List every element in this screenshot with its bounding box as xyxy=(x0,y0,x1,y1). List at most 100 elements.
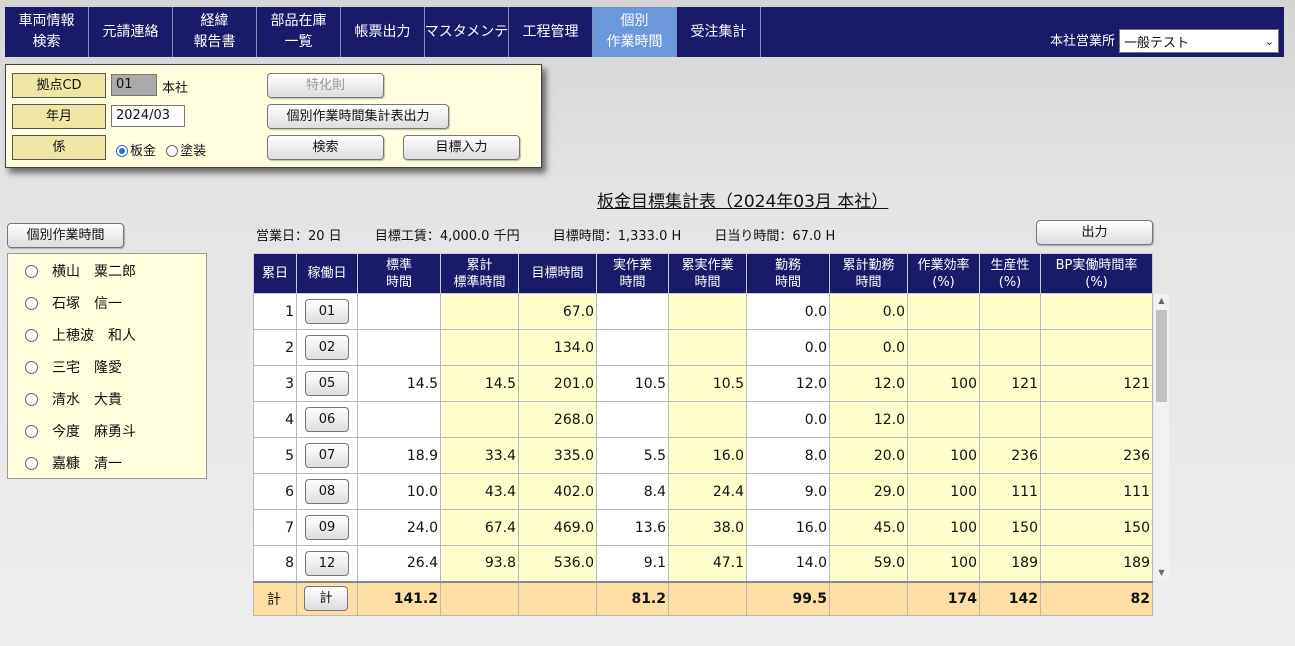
output-button[interactable]: 出力 xyxy=(1036,220,1153,245)
nav-individual-work-hours[interactable]: 個別 作業時間 xyxy=(593,7,677,57)
table-cell: 47.1 xyxy=(668,545,747,582)
column-header-label: 累計勤務 xyxy=(842,257,895,273)
table-cell: 26.4 xyxy=(357,545,441,582)
nav-parts-stock[interactable]: 部品在庫 一覧 xyxy=(257,7,341,57)
workday-cell: 12 xyxy=(296,545,358,582)
table-cell: 3 xyxy=(253,365,297,402)
employee-list: 横山 粟二郎 石塚 信一 上穂波 和人 三宅 隆愛 清水 大貴 今度 麻勇斗 嘉… xyxy=(7,253,207,479)
table-cell: 150 xyxy=(1040,509,1153,546)
nav-order-summary[interactable]: 受注集計 xyxy=(677,7,761,57)
table-cell: 10.5 xyxy=(596,365,669,402)
workday-button[interactable]: 06 xyxy=(305,407,349,432)
table-cell: 121 xyxy=(979,365,1041,402)
nav-process-management[interactable]: 工程管理 xyxy=(509,7,593,57)
table-cell xyxy=(1040,329,1153,366)
nav-vehicle-search[interactable]: 車両情報 検索 xyxy=(5,7,89,57)
table-cell: 16.0 xyxy=(746,509,830,546)
total-cell xyxy=(518,580,597,616)
table-cell xyxy=(668,293,747,330)
nav-contractor-contact[interactable]: 元請連絡 xyxy=(89,7,173,57)
employee-name: 上穂波 和人 xyxy=(52,328,136,344)
workday-button[interactable]: 07 xyxy=(305,443,349,468)
radio-unchecked-icon xyxy=(25,425,38,438)
radio-sheet-metal[interactable]: 板金 xyxy=(116,144,156,159)
total-label: 計 xyxy=(253,580,297,616)
filter-panel: 拠点CD 01 本社 年月 2024/03 係 板金 塗装 特化則 個別作業時間… xyxy=(5,64,542,168)
radio-paint[interactable]: 塗装 xyxy=(166,144,206,159)
column-header-label: 累計 xyxy=(466,257,493,273)
table-cell: 236 xyxy=(979,437,1041,474)
search-button[interactable]: 検索 xyxy=(267,135,384,160)
table-scrollbar[interactable]: ▲ ▼ xyxy=(1154,294,1169,580)
yearmonth-field[interactable]: 2024/03 xyxy=(111,105,185,127)
employee-item[interactable]: 石塚 信一 xyxy=(8,292,206,324)
workday-cell: 07 xyxy=(296,437,358,474)
table-cell xyxy=(1040,293,1153,330)
table-cell: 8.0 xyxy=(746,437,830,474)
daily-hours: 日当り時間：67.0 H xyxy=(714,229,836,244)
table-cell: 100 xyxy=(907,437,980,474)
nav-progress-report[interactable]: 経緯 報告書 xyxy=(173,7,257,57)
column-header-label: 目標時間 xyxy=(531,266,584,281)
nav-label: 作業時間 xyxy=(606,34,663,50)
table-cell: 13.6 xyxy=(596,509,669,546)
employee-item[interactable]: 上穂波 和人 xyxy=(8,324,206,356)
table-cell: 268.0 xyxy=(518,401,597,438)
table-cell: 38.0 xyxy=(668,509,747,546)
table-cell: 7 xyxy=(253,509,297,546)
workday-cell: 02 xyxy=(296,329,358,366)
table-cell: 18.9 xyxy=(357,437,441,474)
special-rule-button[interactable]: 特化則 xyxy=(267,73,384,98)
radio-unchecked-icon xyxy=(25,265,38,278)
individual-work-hours-button[interactable]: 個別作業時間 xyxy=(7,223,124,248)
table-cell: 111 xyxy=(1040,473,1153,510)
column-header-label: 稼働日 xyxy=(307,266,347,281)
table-cell: 24.4 xyxy=(668,473,747,510)
radio-checked-icon xyxy=(116,145,128,157)
table-cell: 189 xyxy=(979,545,1041,582)
total-cell: 141.2 xyxy=(357,580,441,616)
table-row: 7 09 24.0 67.4 469.0 13.6 38.0 16.0 45.0 100 150 15… xyxy=(253,509,1153,546)
office-select[interactable]: 一般テスト ⌄ xyxy=(1119,29,1279,53)
employee-item[interactable]: 三宅 隆愛 xyxy=(8,356,206,388)
employee-item[interactable]: 横山 粟二郎 xyxy=(8,260,206,292)
total-cell: 174 xyxy=(907,580,980,616)
table-cell: 20.0 xyxy=(829,437,908,474)
employee-item[interactable]: 清水 大貴 xyxy=(8,388,206,420)
nav-label: 一覧 xyxy=(284,34,313,50)
table-cell: 469.0 xyxy=(518,509,597,546)
target-input-button[interactable]: 目標入力 xyxy=(403,135,520,160)
table-cell: 236 xyxy=(1040,437,1153,474)
radio-unchecked-icon xyxy=(25,457,38,470)
workday-button[interactable]: 05 xyxy=(305,371,349,396)
export-summary-button[interactable]: 個別作業時間集計表出力 xyxy=(267,104,449,129)
nav-master-maintenance[interactable]: マスタメンテ xyxy=(425,7,509,57)
table-cell: 43.4 xyxy=(440,473,519,510)
target-hours: 目標時間：1,333.0 H xyxy=(552,229,682,244)
employee-item[interactable]: 嘉糠 清一 xyxy=(8,452,206,484)
scroll-thumb[interactable] xyxy=(1156,310,1167,402)
nav-label: 元請連絡 xyxy=(102,23,159,40)
table-cell: 14.0 xyxy=(746,545,830,582)
column-header-label: 標準時間 xyxy=(453,274,506,290)
workday-button[interactable]: 12 xyxy=(305,550,349,576)
table-total-row: 計計 141.2 81.2 99.5 174 142 82 xyxy=(253,580,1153,616)
table-cell xyxy=(907,329,980,366)
scroll-down-icon[interactable]: ▼ xyxy=(1154,566,1169,580)
table-cell: 150 xyxy=(979,509,1041,546)
workday-button[interactable]: 09 xyxy=(305,515,349,540)
total-button[interactable]: 計 xyxy=(304,586,348,612)
workday-button[interactable]: 01 xyxy=(305,299,349,324)
scroll-up-icon[interactable]: ▲ xyxy=(1154,294,1169,308)
nav-report-output[interactable]: 帳票出力 xyxy=(341,7,425,57)
total-cell: 82 xyxy=(1040,580,1153,616)
employee-item[interactable]: 今度 麻勇斗 xyxy=(8,420,206,452)
workday-button[interactable]: 02 xyxy=(305,335,349,360)
table-cell: 134.0 xyxy=(518,329,597,366)
radio-unchecked-icon xyxy=(25,329,38,342)
workday-button[interactable]: 08 xyxy=(305,479,349,504)
column-header: BP実働時間率 (%) xyxy=(1040,253,1153,294)
column-header: 累実作業 時間 xyxy=(668,253,747,294)
total-button-cell: 計 xyxy=(296,580,358,616)
base-cd-field[interactable]: 01 xyxy=(111,74,157,96)
